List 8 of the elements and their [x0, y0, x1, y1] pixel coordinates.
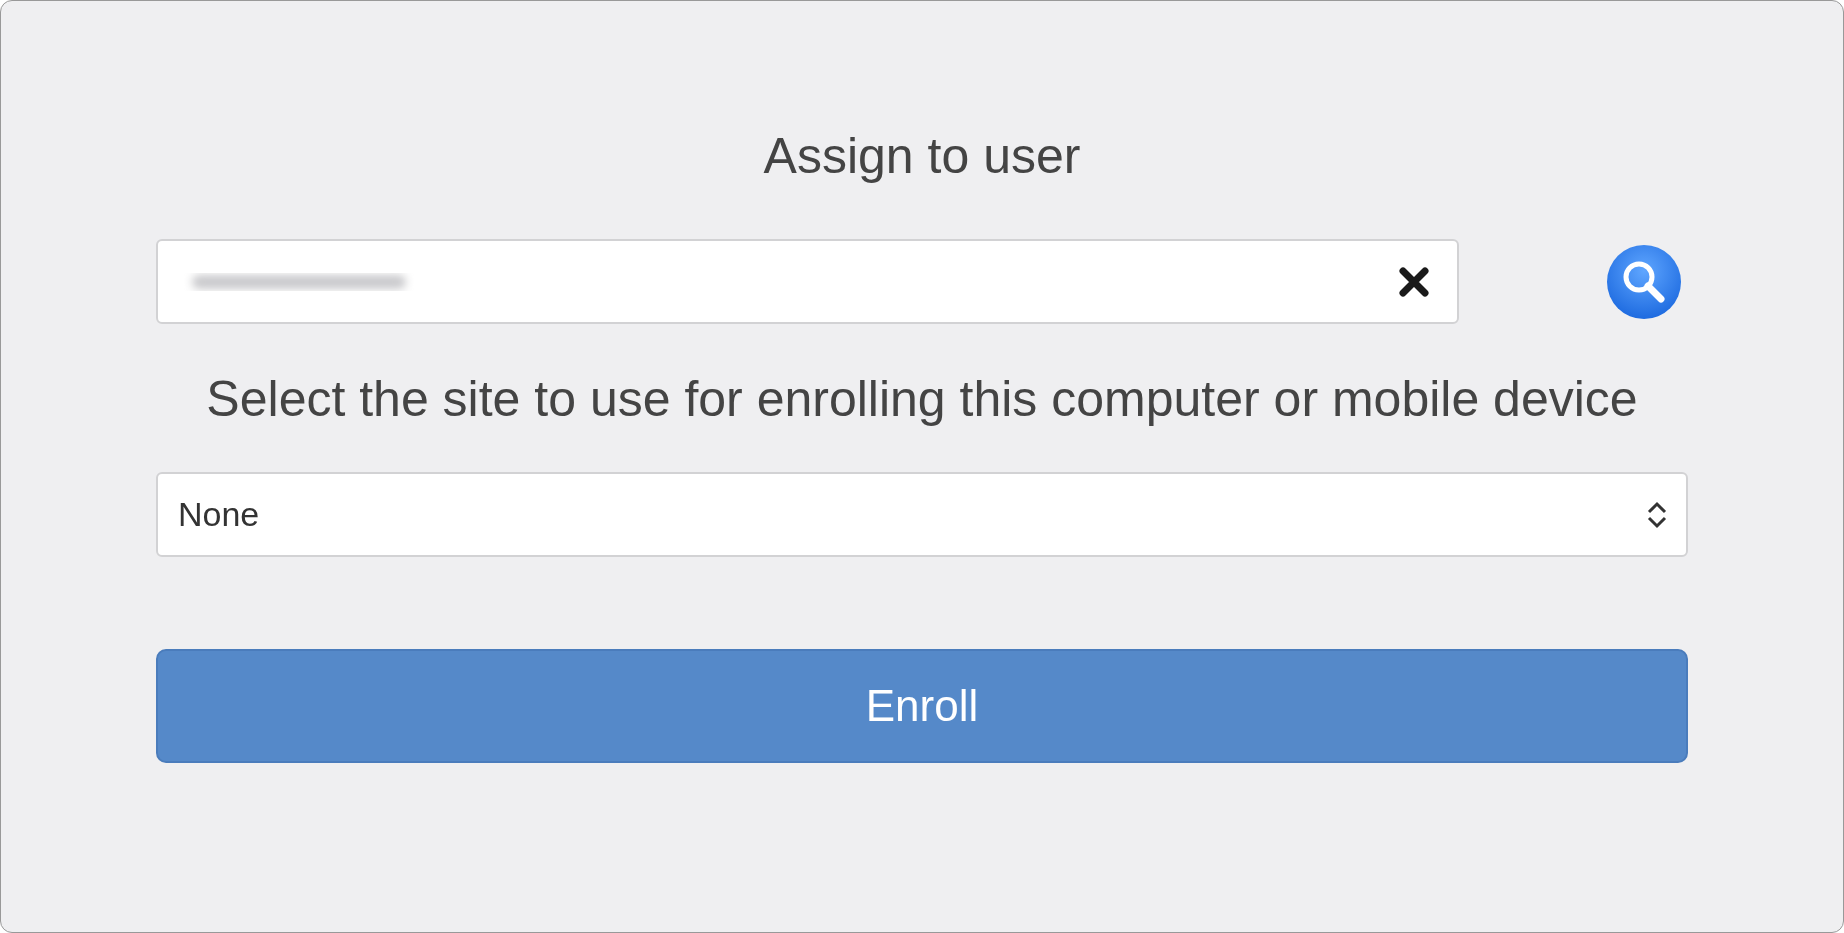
enroll-button[interactable]: Enroll — [156, 649, 1688, 763]
site-prompt: Select the site to use for enrolling this computer or mobile device — [205, 370, 1639, 429]
clear-icon[interactable] — [1399, 266, 1429, 297]
user-field[interactable] — [156, 239, 1459, 324]
dialog-title: Assign to user — [762, 127, 1082, 186]
search-icon[interactable] — [1606, 243, 1682, 320]
chevron-updown-icon — [1646, 499, 1668, 530]
site-select[interactable]: None — [156, 472, 1688, 557]
